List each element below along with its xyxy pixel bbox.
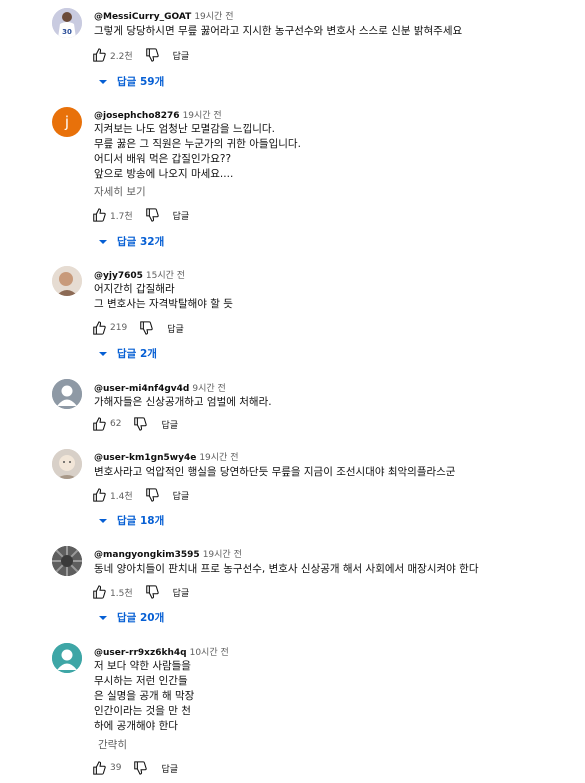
- like-count: 1.5천: [110, 588, 133, 599]
- chevron-down-icon: [99, 351, 107, 356]
- reply-button[interactable]: 답글: [161, 418, 178, 431]
- comment-actions: 62 답글: [92, 416, 178, 432]
- comment-meta: @user-km1gn5wy4e 19시간 전: [94, 450, 238, 463]
- view-replies-button[interactable]: 답글 2개: [98, 346, 157, 361]
- avatar-photo-icon: [52, 266, 82, 296]
- replies-count: 답글 59개: [117, 76, 165, 88]
- thumbs-down-icon[interactable]: [139, 321, 153, 335]
- avatar[interactable]: [52, 266, 82, 296]
- thumbs-up-icon[interactable]: [92, 761, 106, 775]
- comment-meta: @MessiCurry_GOAT 19시간 전: [94, 9, 233, 22]
- chevron-down-icon: [99, 518, 107, 523]
- replies-count: 답글 20개: [117, 612, 165, 624]
- comment-text: 동네 양아치들이 판치내 프로 농구선수, 변호사 신상공개 해서 사회에서 매…: [94, 563, 479, 575]
- comment-author[interactable]: @MessiCurry_GOAT: [94, 12, 191, 22]
- avatar-photo-icon: [52, 546, 82, 576]
- thumbs-up-icon[interactable]: [92, 417, 106, 431]
- thumbs-up-icon[interactable]: [92, 48, 106, 62]
- comment-time[interactable]: 15시간 전: [146, 271, 185, 281]
- view-replies-button[interactable]: 답글 18개: [98, 513, 164, 528]
- like-count: 2.2천: [110, 51, 133, 62]
- thumbs-down-icon[interactable]: [133, 761, 148, 775]
- thumbs-down-icon[interactable]: [145, 208, 159, 222]
- comment-actions: 1.5천 답글: [92, 584, 189, 600]
- reply-button[interactable]: 답글: [173, 209, 190, 222]
- default-avatar-icon: [52, 643, 82, 673]
- comment-time[interactable]: 10시간 전: [190, 648, 229, 658]
- comment-time[interactable]: 19시간 전: [203, 550, 242, 560]
- avatar[interactable]: j: [52, 107, 82, 137]
- avatar-photo-icon: [52, 449, 82, 479]
- thumbs-down-icon[interactable]: [145, 585, 159, 599]
- comment-text: 지켜보는 나도 엄청난 모멸감을 느낍니다. 무릎 꿇은 그 직원은 누군가의 …: [94, 123, 301, 180]
- avatar[interactable]: [52, 643, 82, 673]
- comment-text: 가해자들은 신상공개하고 엄벌에 처해라.: [94, 396, 272, 408]
- thumbs-up-icon[interactable]: [92, 321, 106, 335]
- like-count: 1.7천: [110, 211, 133, 222]
- reply-button[interactable]: 답글: [167, 322, 184, 335]
- comment-meta: @josephcho8276 19시간 전: [94, 108, 222, 121]
- comment-time[interactable]: 19시간 전: [183, 111, 222, 121]
- thumbs-up-icon[interactable]: [92, 208, 106, 222]
- comment-actions: 219 답글: [92, 320, 184, 336]
- show-less-button[interactable]: 간략히: [98, 737, 127, 752]
- comment-meta: @mangyongkim3595 19시간 전: [94, 547, 242, 560]
- avatar-photo-icon: 30: [52, 8, 82, 38]
- comment-meta: @user-mi4nf4gv4d 9시간 전: [94, 381, 226, 394]
- avatar-letter: j: [64, 113, 70, 131]
- chevron-down-icon: [99, 615, 107, 620]
- thumbs-down-icon[interactable]: [145, 488, 159, 502]
- comment-actions: 1.7천 답글: [92, 207, 189, 223]
- avatar[interactable]: [52, 546, 82, 576]
- comment-actions: 2.2천 답글: [92, 47, 189, 63]
- comment-time[interactable]: 9시간 전: [192, 384, 225, 394]
- comment-time[interactable]: 19시간 전: [194, 12, 233, 22]
- comment-text: 그렇게 당당하시면 무릎 꿇어라고 지시한 농구선수와 변호사 스스로 신분 밝…: [94, 25, 463, 37]
- like-count: 62: [110, 419, 122, 429]
- thumbs-down-icon[interactable]: [145, 48, 159, 62]
- svg-text:30: 30: [62, 28, 72, 36]
- comment-actions: 1.4천 답글: [92, 487, 189, 503]
- replies-count: 답글 18개: [117, 515, 165, 527]
- thumbs-up-icon[interactable]: [92, 585, 106, 599]
- comment-time[interactable]: 19시간 전: [199, 453, 238, 463]
- comment-actions: 39 답글: [92, 760, 178, 776]
- comment-author[interactable]: @user-rr9xz6kh4q: [94, 648, 187, 658]
- view-replies-button[interactable]: 답글 32개: [98, 234, 164, 249]
- comment-meta: @user-rr9xz6kh4q 10시간 전: [94, 645, 229, 658]
- view-replies-button[interactable]: 답글 20개: [98, 610, 164, 625]
- thumbs-down-icon[interactable]: [133, 417, 148, 431]
- reply-button[interactable]: 답글: [173, 489, 190, 502]
- comment-author[interactable]: @yjy7605: [94, 271, 143, 281]
- reply-button[interactable]: 답글: [173, 49, 190, 62]
- comment-author[interactable]: @user-mi4nf4gv4d: [94, 384, 189, 394]
- replies-count: 답글 2개: [117, 348, 157, 360]
- comment-text: 어지간히 갑질해라 그 변호사는 자격박탈해야 할 듯: [94, 283, 233, 310]
- like-count: 1.4천: [110, 491, 133, 502]
- read-more-button[interactable]: 자세히 보기: [94, 184, 146, 199]
- comment-author[interactable]: @user-km1gn5wy4e: [94, 453, 196, 463]
- reply-button[interactable]: 답글: [173, 586, 190, 599]
- default-avatar-icon: [52, 379, 82, 409]
- comment-author[interactable]: @mangyongkim3595: [94, 550, 200, 560]
- replies-count: 답글 32개: [117, 236, 165, 248]
- comment-text: 저 보다 약한 사람들을 무시하는 저런 인간들 은 실명을 공개 해 막장 인…: [94, 660, 195, 732]
- avatar[interactable]: 30: [52, 8, 82, 38]
- thumbs-up-icon[interactable]: [92, 488, 106, 502]
- like-count: 219: [110, 323, 128, 333]
- avatar[interactable]: [52, 379, 82, 409]
- avatar[interactable]: [52, 449, 82, 479]
- reply-button[interactable]: 답글: [161, 762, 178, 775]
- chevron-down-icon: [99, 79, 107, 84]
- like-count: 39: [110, 763, 122, 773]
- comment-author[interactable]: @josephcho8276: [94, 111, 180, 121]
- view-replies-button[interactable]: 답글 59개: [98, 74, 164, 89]
- comment-text: 변호사라고 억압적인 행실을 당연하단듯 무릎을 지금이 조선시대야 최악의플라…: [94, 466, 456, 478]
- comment-meta: @yjy7605 15시간 전: [94, 268, 185, 281]
- chevron-down-icon: [99, 239, 107, 244]
